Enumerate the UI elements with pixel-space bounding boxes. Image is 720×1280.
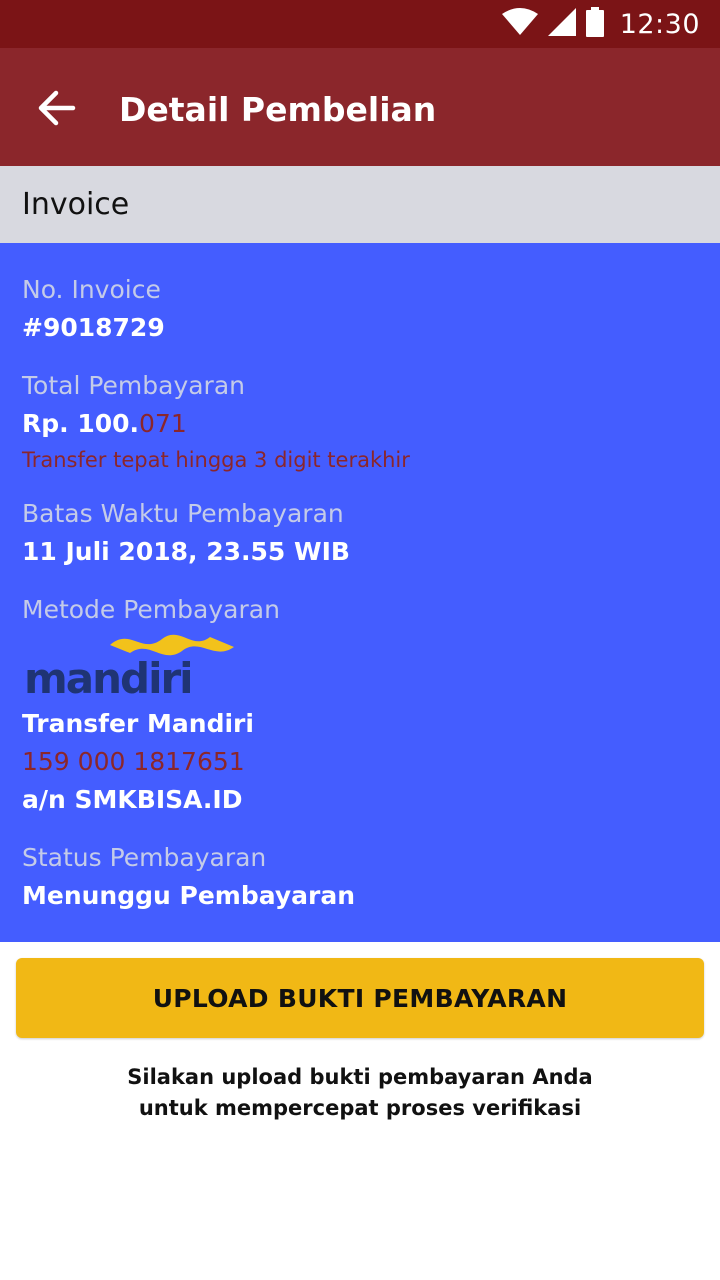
method-label: Metode Pembayaran	[22, 595, 280, 624]
deadline-label: Batas Waktu Pembayaran	[22, 499, 344, 528]
app-bar: Detail Pembelian	[0, 48, 720, 166]
arrow-left-icon	[36, 90, 76, 130]
status-label: Status Pembayaran	[22, 843, 267, 872]
helper-line-1: Silakan upload bukti pembayaran Anda	[127, 1065, 593, 1089]
total-value: Rp. 100.071	[22, 407, 187, 441]
status-value: Menunggu Pembayaran	[22, 881, 356, 910]
section-header: Invoice	[0, 166, 720, 243]
upload-proof-label: UPLOAD BUKTI PEMBAYARAN	[152, 983, 568, 1013]
account-holder: a/n SMKBISA.ID	[22, 785, 243, 814]
invoice-number-label: No. Invoice	[22, 275, 161, 304]
status-icons: 12:30	[501, 6, 700, 42]
section-title: Invoice	[22, 187, 130, 222]
upload-proof-button[interactable]: UPLOAD BUKTI PEMBAYARAN	[16, 958, 704, 1038]
total-note: Transfer tepat hingga 3 digit terakhir	[22, 448, 410, 472]
helper-text: Silakan upload bukti pembayaran Anda unt…	[60, 1062, 660, 1124]
wifi-icon	[501, 8, 538, 40]
invoice-number-value: #9018729	[22, 313, 165, 342]
total-unique-digits: 071	[139, 409, 187, 438]
status-bar: 12:30	[0, 0, 720, 48]
total-label: Total Pembayaran	[22, 371, 245, 400]
page-title: Detail Pembelian	[119, 90, 437, 129]
account-number: 159 000 1817651	[22, 747, 245, 776]
method-name: Transfer Mandiri	[22, 709, 254, 738]
mandiri-logo: mandiri	[22, 631, 242, 703]
battery-icon	[585, 7, 604, 41]
total-main: Rp. 100.	[22, 409, 140, 438]
back-button[interactable]	[30, 84, 82, 136]
mandiri-logo-text: mandiri	[24, 654, 192, 701]
status-time: 12:30	[619, 8, 700, 40]
deadline-value: 11 Juli 2018, 23.55 WIB	[22, 537, 350, 566]
helper-line-2: untuk mempercepat proses verifikasi	[138, 1096, 582, 1120]
invoice-card: No. Invoice #9018729 Total Pembayaran Rp…	[0, 243, 720, 942]
signal-icon	[547, 8, 576, 40]
